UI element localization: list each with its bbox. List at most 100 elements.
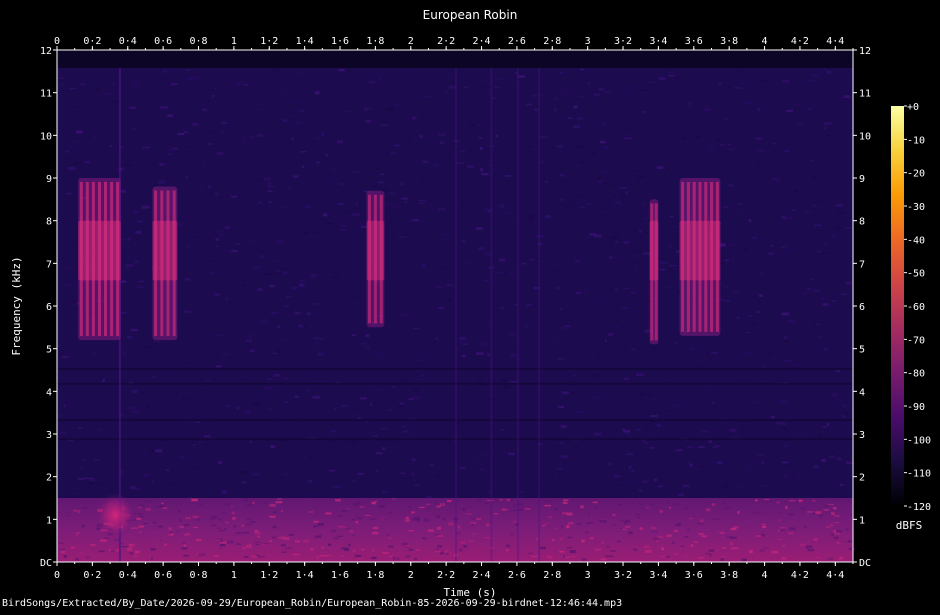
noise-speck xyxy=(785,217,794,219)
noise-speck xyxy=(666,167,669,170)
low-band-speck xyxy=(208,517,216,520)
noise-speck xyxy=(835,399,843,402)
noise-speck xyxy=(59,83,66,86)
noise-speck xyxy=(812,208,817,211)
low-band-speck xyxy=(622,528,627,531)
noise-speck xyxy=(344,478,350,481)
y-axis-label: Frequency (kHz) xyxy=(10,256,23,355)
low-band-speck xyxy=(241,524,245,527)
low-band-speck xyxy=(344,547,349,551)
low-band-speck xyxy=(419,506,425,508)
noise-speck xyxy=(814,224,822,226)
noise-speck xyxy=(610,236,618,240)
low-band-speck xyxy=(478,499,482,502)
low-band-speck xyxy=(465,513,473,515)
noise-speck xyxy=(84,160,89,163)
low-band-speck xyxy=(434,551,442,553)
x-tick-label: 0·4 xyxy=(119,570,137,581)
noise-speck xyxy=(623,137,632,140)
low-band-speck xyxy=(170,532,173,534)
noise-speck xyxy=(553,340,556,342)
noise-speck xyxy=(557,348,560,351)
x-axis-bottom: 0 0·2 0·4 0·6 0·8 1 1·2 1·4 1·6 1·8 2 2·2 2·4 2·6 2·8 3… xyxy=(54,562,854,581)
noise-speck xyxy=(845,306,852,309)
noise-speck xyxy=(609,256,613,259)
low-band-speck xyxy=(566,546,573,549)
noise-speck xyxy=(241,481,246,484)
noise-speck xyxy=(346,211,355,213)
noise-speck xyxy=(728,148,736,150)
low-band-speck xyxy=(788,532,794,535)
low-band-speck xyxy=(512,504,517,508)
noise-speck xyxy=(394,71,399,74)
noise-speck xyxy=(122,239,131,241)
colorbar-tick-label: -50 xyxy=(907,269,925,280)
low-band-speck xyxy=(785,505,788,509)
x-tick-label: 2·2 xyxy=(437,570,455,581)
noise-speck xyxy=(737,175,740,177)
low-band-speck xyxy=(114,539,120,541)
low-band-speck xyxy=(725,507,732,510)
noise-speck xyxy=(209,271,214,275)
noise-speck xyxy=(364,108,372,110)
noise-speck xyxy=(602,146,608,149)
noise-speck xyxy=(444,272,447,274)
noise-speck xyxy=(554,477,557,480)
noise-speck xyxy=(394,348,397,351)
noise-speck xyxy=(411,458,416,461)
noise-speck xyxy=(723,206,729,208)
noise-speck xyxy=(614,241,619,243)
noise-speck xyxy=(632,269,637,272)
y-tick-label: 8 xyxy=(859,217,865,228)
low-band-speck xyxy=(800,543,806,546)
low-band-speck xyxy=(221,511,225,514)
noise-speck xyxy=(674,342,677,345)
noise-speck xyxy=(245,488,250,490)
noise-speck xyxy=(810,278,815,280)
noise-speck xyxy=(604,222,609,225)
noise-speck xyxy=(600,488,604,490)
noise-speck xyxy=(780,400,787,403)
noise-speck xyxy=(502,414,507,418)
low-band-speck xyxy=(555,527,559,529)
low-band-speck xyxy=(219,542,227,544)
noise-speck xyxy=(565,91,571,94)
noise-speck xyxy=(230,201,235,204)
low-band-speck xyxy=(231,511,235,515)
noise-speck xyxy=(510,354,517,357)
noise-speck xyxy=(684,470,690,472)
noise-speck xyxy=(257,266,261,270)
y-tick-label: 8 xyxy=(46,217,52,228)
noise-speck xyxy=(302,165,305,168)
noise-speck xyxy=(357,472,364,475)
low-band-speck xyxy=(675,524,680,526)
x-tick-label: 1·8 xyxy=(366,36,384,47)
low-band-speck xyxy=(341,510,348,512)
noise-speck xyxy=(736,316,740,319)
low-band-speck xyxy=(352,550,356,552)
noise-speck xyxy=(504,175,511,177)
noise-speck xyxy=(248,240,254,243)
low-band-speck xyxy=(831,533,834,536)
noise-speck xyxy=(186,336,195,339)
noise-speck xyxy=(133,175,137,178)
noise-speck xyxy=(715,445,720,448)
noise-speck xyxy=(216,152,223,155)
noise-speck xyxy=(558,236,563,239)
noise-speck xyxy=(74,111,82,114)
noise-speck xyxy=(510,82,514,84)
low-band-speck xyxy=(183,524,190,526)
noise-speck xyxy=(220,361,223,363)
noise-speck xyxy=(272,69,279,71)
low-band-speck xyxy=(666,500,670,504)
noise-speck xyxy=(236,81,242,85)
noise-speck xyxy=(134,260,139,264)
noise-speck xyxy=(446,153,451,156)
low-band-speck xyxy=(144,500,151,503)
noise-speck xyxy=(168,483,174,485)
noise-speck xyxy=(224,405,230,407)
noise-speck xyxy=(639,392,644,396)
noise-speck xyxy=(254,162,261,164)
low-band-speck xyxy=(624,521,627,525)
noise-speck xyxy=(469,265,476,268)
